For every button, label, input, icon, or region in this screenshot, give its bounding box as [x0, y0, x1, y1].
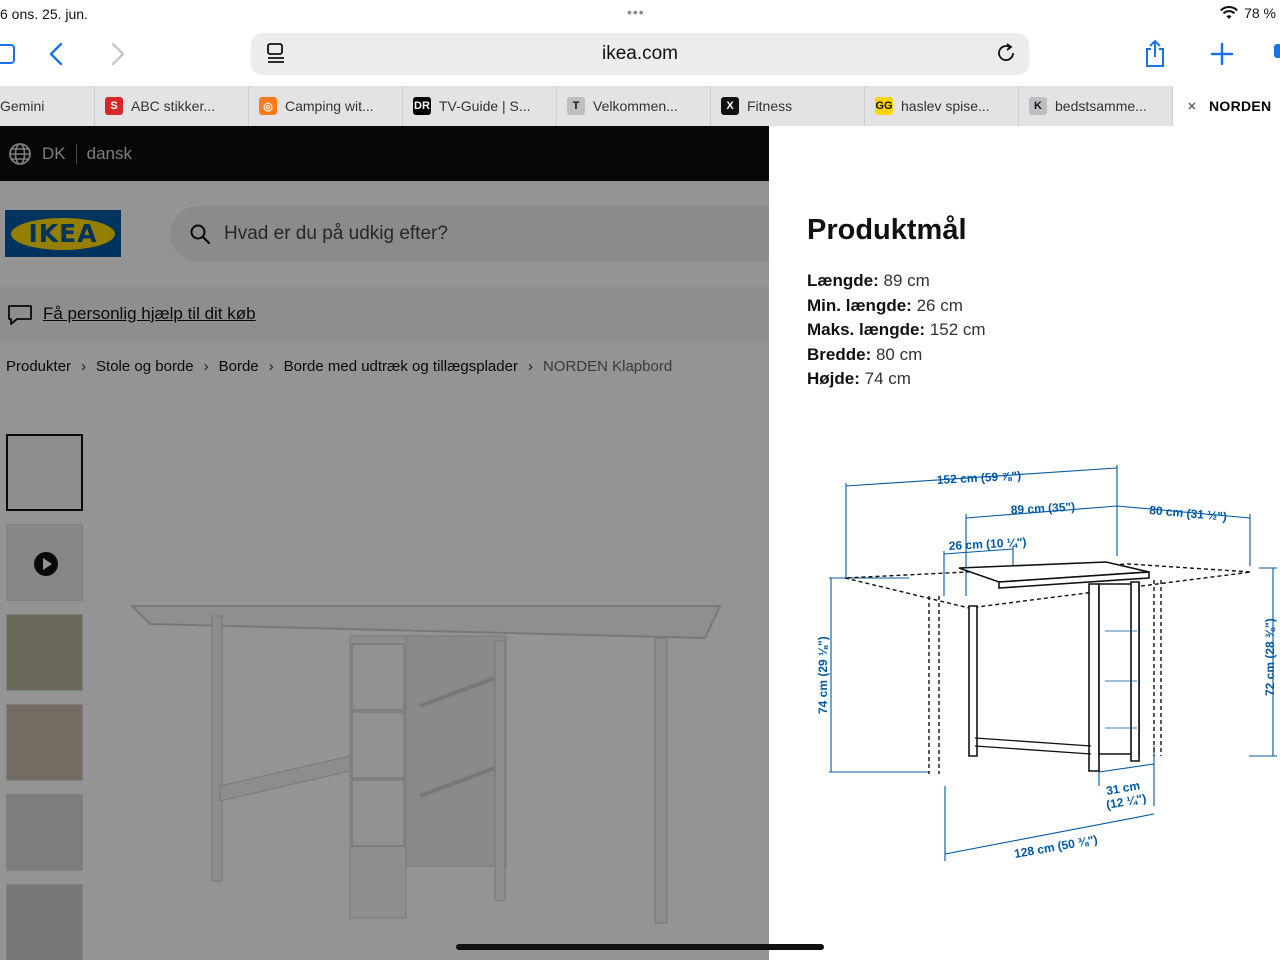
- dimension-row: Længde: 89 cm: [807, 269, 986, 294]
- label-inner-height: 72 cm (28 ⅜"): [1263, 618, 1277, 696]
- dimension-label: Maks. længde:: [807, 320, 926, 340]
- label-height: 74 cm (29 ⅛"): [816, 636, 830, 714]
- dimension-row: Bredde: 80 cm: [807, 343, 986, 368]
- dimension-row: Højde: 74 cm: [807, 367, 986, 392]
- tab-8[interactable]: ✕ NORDEN: [1173, 86, 1280, 126]
- front-leg: [1088, 583, 1100, 772]
- dimension-label: Bredde:: [807, 344, 872, 364]
- tab-4[interactable]: T Velkommen...: [557, 86, 711, 126]
- stretcher: [974, 737, 1092, 755]
- tab-label: haslev spise...: [901, 98, 990, 114]
- s-logo-icon: S: [105, 97, 123, 115]
- tab-3[interactable]: DR TV-Guide | S...: [403, 86, 557, 126]
- tab-2[interactable]: ◎ Camping wit...: [249, 86, 403, 126]
- label-width: 80 cm (31 ½"): [1149, 503, 1228, 524]
- tab-bar: Gemini S ABC stikker... ◎ Camping wit... DR TV…: [0, 86, 1280, 126]
- status-date: 6 ons. 25. jun.: [0, 6, 88, 22]
- left-leg: [968, 605, 978, 757]
- dimension-diagram: .dl { stroke: #0058a3; stroke-width: 1.1…: [816, 465, 1277, 861]
- camping-icon: ◎: [259, 97, 277, 115]
- k-letter-icon: K: [1029, 97, 1047, 115]
- tab-1[interactable]: S ABC stikker...: [95, 86, 249, 126]
- home-indicator[interactable]: [456, 944, 824, 950]
- gg-logo-icon: GG: [875, 97, 893, 115]
- url-text: ikea.com: [601, 43, 679, 64]
- label-max-length: 152 cm (59 ⅞"): [936, 469, 1021, 487]
- tab-label: bedstsamme...: [1055, 98, 1147, 114]
- dimension-value: 74 cm: [864, 369, 911, 389]
- x-logo-icon: X: [721, 97, 739, 115]
- close-tab-icon[interactable]: ✕: [1183, 97, 1201, 115]
- height-line: [829, 577, 929, 773]
- battery-level: 78 %: [1244, 5, 1276, 21]
- tab-label: ABC stikker...: [131, 98, 216, 114]
- share-icon[interactable]: [1137, 36, 1173, 72]
- tab-label: NORDEN: [1209, 98, 1272, 114]
- screen: { "status_bar": { "time_date": "6 ons. 2…: [0, 0, 1280, 960]
- back-icon[interactable]: [38, 36, 74, 72]
- dimension-row: Maks. længde: 152 cm: [807, 318, 986, 343]
- tab-6[interactable]: GG haslev spise...: [865, 86, 1019, 126]
- t-letter-icon: T: [567, 97, 585, 115]
- wifi-icon: [1220, 6, 1238, 20]
- sidebar-icon[interactable]: [0, 36, 22, 72]
- right-flap-leg: [1153, 580, 1162, 756]
- new-tab-icon[interactable]: [1204, 36, 1240, 72]
- dimension-value: 89 cm: [883, 271, 930, 290]
- forward-icon[interactable]: [100, 36, 136, 72]
- tab-0[interactable]: Gemini: [0, 86, 95, 126]
- tab-label: Fitness: [747, 98, 793, 114]
- dimension-label: Min. længde:: [807, 295, 912, 315]
- dimension-label: Højde:: [807, 369, 860, 389]
- tab-label: Velkommen...: [593, 98, 678, 114]
- panel-title: Produktmål: [807, 214, 967, 246]
- right-leg: [1130, 581, 1140, 762]
- label-min-length: 26 cm (10 ¼"): [948, 535, 1026, 553]
- status-bar: 6 ons. 25. jun. ••• 78 %: [0, 0, 1280, 28]
- label-base: 128 cm (50 ⅜"): [1013, 833, 1099, 861]
- address-bar[interactable]: ikea.com: [251, 33, 1029, 75]
- label-length: 89 cm (35"): [1010, 500, 1075, 517]
- product-dimensions-panel: Produktmål Længde: 89 cm Min. længde: 26 …: [769, 126, 1280, 960]
- multitasking-dots-icon[interactable]: •••: [627, 4, 645, 20]
- left-flap-leg: [928, 596, 940, 774]
- dimensions-list: Længde: 89 cm Min. længde: 26 cm Maks. læn…: [807, 269, 986, 392]
- dr-logo-icon: DR: [413, 97, 431, 115]
- dimension-value: 26 cm: [916, 295, 963, 315]
- dimension-value: 152 cm: [929, 320, 986, 340]
- browser-toolbar: ikea.com: [0, 28, 1280, 84]
- reload-icon[interactable]: [995, 42, 1017, 69]
- dimension-value: 80 cm: [875, 344, 923, 364]
- tab-overview-icon[interactable]: [1262, 36, 1280, 72]
- status-right: 78 %: [1220, 5, 1276, 21]
- tab-5[interactable]: X Fitness: [711, 86, 865, 126]
- tab-label: Camping wit...: [285, 98, 374, 114]
- dimension-label: Længde:: [807, 271, 879, 290]
- tab-7[interactable]: Kbedstsamme...: [1019, 86, 1173, 126]
- modal-overlay[interactable]: [0, 126, 769, 960]
- tab-label: TV-Guide | S...: [439, 98, 531, 114]
- dimension-row: Min. længde: 26 cm: [807, 294, 986, 319]
- tab-label: Gemini: [0, 98, 45, 114]
